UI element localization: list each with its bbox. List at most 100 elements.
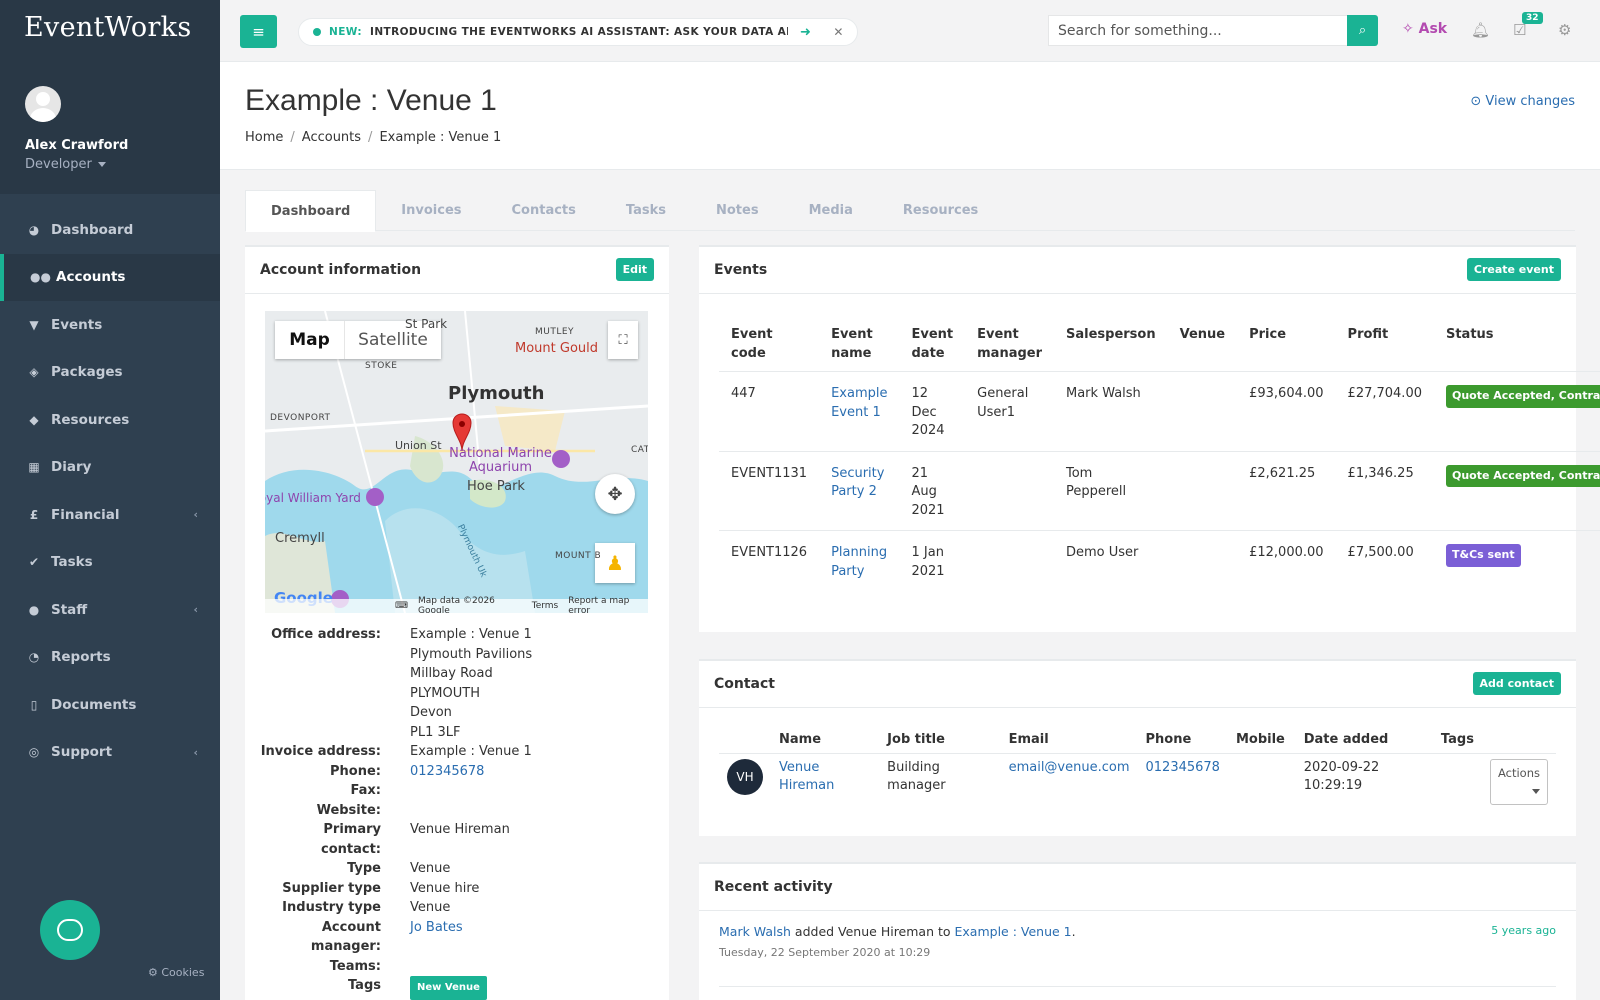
- chat-widget-button[interactable]: [40, 900, 100, 960]
- brand-logo[interactable]: EventWorks: [0, 0, 220, 54]
- detail-label: [245, 684, 381, 704]
- detail-row: PLYMOUTH: [245, 684, 669, 704]
- column-header[interactable]: Venue: [1167, 317, 1238, 372]
- map-report-link[interactable]: Report a map error: [568, 596, 648, 613]
- activity-actor-link[interactable]: Mark Walsh: [719, 924, 791, 939]
- sidebar-item-packages[interactable]: ◈ Packages: [0, 349, 220, 397]
- column-header[interactable]: Email: [1000, 731, 1138, 754]
- contact-email-link[interactable]: email@venue.com: [1009, 760, 1130, 775]
- edit-button[interactable]: Edit: [615, 258, 654, 281]
- camera-control-icon[interactable]: ✥: [595, 474, 635, 514]
- column-header[interactable]: Job title: [879, 731, 1001, 754]
- column-header[interactable]: Mobile: [1227, 731, 1296, 754]
- fullscreen-icon[interactable]: ⛶: [608, 321, 638, 359]
- announcement-bar[interactable]: NEW: INTRODUCING THE EVENTWORKS AI ASSIS…: [298, 18, 858, 46]
- close-icon[interactable]: ✕: [833, 25, 843, 39]
- column-header[interactable]: Profit: [1335, 317, 1434, 372]
- column-header[interactable]: Event date: [899, 317, 966, 372]
- tag-badge[interactable]: New Venue: [410, 976, 487, 1000]
- pegman-icon[interactable]: ♟: [595, 543, 635, 583]
- sidebar-item-documents[interactable]: ▯ Documents: [0, 681, 220, 729]
- search-icon: ⌕: [1358, 23, 1367, 38]
- ask-ai-button[interactable]: ✧ Ask: [1402, 21, 1447, 37]
- contact-phone-link[interactable]: 012345678: [1146, 760, 1220, 775]
- account-details: Office address: Example : Venue 1 Plymout…: [245, 625, 669, 1000]
- detail-label: Fax:: [350, 783, 381, 798]
- sidebar-item-resources[interactable]: ◆ Resources: [0, 396, 220, 444]
- location-map[interactable]: Map Satellite ⛶ ✥ ♟ Plymouth Mount Gould…: [265, 311, 648, 613]
- detail-value: [381, 840, 639, 860]
- column-header[interactable]: Tags: [1432, 731, 1482, 754]
- account-manager-link[interactable]: Jo Bates: [381, 918, 639, 938]
- sidebar-item-accounts[interactable]: ●● Accounts: [0, 253, 220, 301]
- tab-notes[interactable]: Notes: [691, 190, 784, 231]
- add-contact-button[interactable]: Add contact: [1472, 672, 1561, 695]
- detail-row: Supplier type Venue hire: [245, 879, 669, 899]
- sidebar-item-reports[interactable]: ◔ Reports: [0, 634, 220, 682]
- keyboard-icon[interactable]: ⌨: [395, 601, 408, 611]
- activity-date: Tuesday, 22 September 2020 at 10:29: [719, 946, 931, 959]
- user-icon: ●: [28, 602, 40, 617]
- cube-icon: ◆: [29, 412, 39, 427]
- contact-mobile: [1228, 753, 1296, 810]
- column-header[interactable]: Status: [1433, 317, 1600, 372]
- card-title: Account information: [260, 262, 422, 278]
- detail-label: Account: [321, 919, 381, 935]
- breadcrumb-accounts[interactable]: Accounts: [302, 130, 361, 145]
- hamburger-icon: ≡: [252, 22, 265, 41]
- arrow-right-icon[interactable]: ➜: [800, 25, 811, 40]
- map-label: Royal William Yard: [265, 491, 361, 505]
- tab-contacts[interactable]: Contacts: [487, 190, 601, 231]
- search-button[interactable]: ⌕: [1347, 15, 1378, 46]
- menu-toggle-button[interactable]: ≡: [240, 15, 277, 48]
- contact-name-link[interactable]: Venue Hireman: [779, 760, 834, 793]
- settings-gear-icon[interactable]: ⚙: [1558, 21, 1571, 39]
- event-name-link[interactable]: Example Event 1: [831, 386, 887, 420]
- column-header[interactable]: Event manager: [965, 317, 1054, 372]
- sidebar-item-financial[interactable]: £ Financial ‹: [0, 491, 220, 539]
- events-table: Event code Event name Event date Event m…: [719, 317, 1600, 591]
- tab-media[interactable]: Media: [784, 190, 878, 231]
- sidebar-item-tasks[interactable]: ✔ Tasks: [0, 539, 220, 587]
- avatar[interactable]: VH: [727, 758, 763, 795]
- column-header[interactable]: Event name: [819, 317, 900, 372]
- column-header[interactable]: Phone: [1137, 731, 1228, 754]
- map-terms-link[interactable]: Terms: [532, 601, 559, 611]
- user-role-dropdown[interactable]: Developer: [25, 157, 220, 172]
- sidebar-item-dashboard[interactable]: ◕ Dashboard: [0, 206, 220, 254]
- view-changes-link[interactable]: ⊙ View changes: [1470, 94, 1575, 109]
- activity-target-link[interactable]: Example : Venue 1: [955, 924, 1072, 939]
- sidebar-item-events[interactable]: ▼ Events: [0, 301, 220, 349]
- column-header[interactable]: Date added: [1295, 731, 1433, 754]
- column-header[interactable]: Salesperson: [1054, 317, 1168, 372]
- phone-link[interactable]: 012345678: [381, 762, 639, 782]
- column-header[interactable]: Name: [771, 731, 880, 754]
- avatar[interactable]: [25, 86, 61, 122]
- bell-icon[interactable]: 🔔︎: [1471, 21, 1490, 39]
- tab-tasks[interactable]: Tasks: [601, 190, 691, 231]
- detail-label: Invoice address:: [260, 744, 381, 759]
- sidebar-item-diary[interactable]: ▦ Diary: [0, 444, 220, 492]
- sidebar-item-staff[interactable]: ● Staff ‹: [0, 586, 220, 634]
- breadcrumb-home[interactable]: Home: [245, 130, 283, 145]
- contact-date-added: 2020-09-22 10:29:19: [1303, 759, 1380, 793]
- cookies-link[interactable]: ⚙ Cookies: [148, 966, 204, 979]
- sidebar-item-support[interactable]: ◎ Support ‹: [0, 729, 220, 777]
- tab-invoices[interactable]: Invoices: [376, 190, 486, 231]
- tab-resources[interactable]: Resources: [878, 190, 1003, 231]
- event-name-link[interactable]: Security Party 2: [831, 466, 884, 500]
- cubes-icon: ◈: [29, 365, 39, 380]
- create-event-button[interactable]: Create event: [1466, 258, 1561, 281]
- search-input[interactable]: Search for something...: [1048, 15, 1348, 46]
- sidebar-item-label: Support: [51, 744, 113, 761]
- column-header[interactable]: Price: [1237, 317, 1336, 372]
- tab-dashboard[interactable]: Dashboard: [245, 190, 377, 232]
- caret-down-icon: [1532, 788, 1540, 794]
- map-type-map-button[interactable]: Map: [275, 321, 345, 359]
- detail-value: Example : Venue 1: [410, 627, 532, 642]
- announcement-text: INTRODUCING THE EVENTWORKS AI ASSISTANT:…: [370, 26, 789, 38]
- event-name-link[interactable]: Planning Party: [831, 545, 887, 579]
- event-code: EVENT1126: [731, 545, 808, 560]
- column-header[interactable]: Event code: [719, 317, 820, 372]
- actions-dropdown-button[interactable]: Actions: [1489, 758, 1548, 805]
